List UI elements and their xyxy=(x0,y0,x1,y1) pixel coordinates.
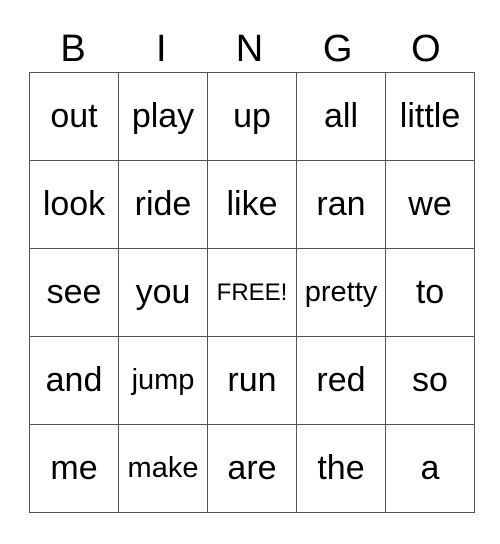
bingo-cell[interactable]: to xyxy=(385,248,475,337)
header-letter-n: N xyxy=(235,28,264,70)
bingo-cell[interactable]: like xyxy=(207,160,297,249)
bingo-cell[interactable]: make xyxy=(118,424,208,513)
bingo-header: BINGO xyxy=(29,26,470,72)
bingo-cell[interactable]: are xyxy=(207,424,297,513)
bingo-cell[interactable]: you xyxy=(118,248,208,337)
bingo-cell[interactable]: and xyxy=(29,336,119,425)
bingo-cell[interactable]: we xyxy=(385,160,475,249)
bingo-cell[interactable]: a xyxy=(385,424,475,513)
bingo-cell[interactable]: little xyxy=(385,72,475,161)
header-letter-b: B xyxy=(60,28,86,70)
bingo-row: look ride like ran we xyxy=(29,160,475,249)
bingo-row: me make are the a xyxy=(29,424,475,513)
header-letter-i: I xyxy=(156,28,167,70)
bingo-cell[interactable]: pretty xyxy=(296,248,386,337)
bingo-row: and jump run red so xyxy=(29,336,475,425)
bingo-cell[interactable]: up xyxy=(207,72,297,161)
free-space[interactable]: FREE! xyxy=(207,248,297,337)
bingo-cell[interactable]: ride xyxy=(118,160,208,249)
header-letter-o: O xyxy=(411,28,441,70)
header-letter-g: G xyxy=(322,28,353,70)
bingo-cell[interactable]: me xyxy=(29,424,119,513)
bingo-card: out play up all little look ride like ran we see yo… xyxy=(29,72,475,513)
bingo-cell[interactable]: ran xyxy=(296,160,386,249)
bingo-row: see you FREE! pretty to xyxy=(29,248,475,337)
bingo-cell[interactable]: red xyxy=(296,336,386,425)
bingo-cell[interactable]: out xyxy=(29,72,119,161)
bingo-cell[interactable]: run xyxy=(207,336,297,425)
bingo-cell[interactable]: look xyxy=(29,160,119,249)
bingo-cell[interactable]: the xyxy=(296,424,386,513)
bingo-cell[interactable]: see xyxy=(29,248,119,337)
bingo-cell[interactable]: play xyxy=(118,72,208,161)
bingo-cell[interactable]: jump xyxy=(118,336,208,425)
bingo-row: out play up all little xyxy=(29,72,475,161)
bingo-cell[interactable]: all xyxy=(296,72,386,161)
bingo-cell[interactable]: so xyxy=(385,336,475,425)
